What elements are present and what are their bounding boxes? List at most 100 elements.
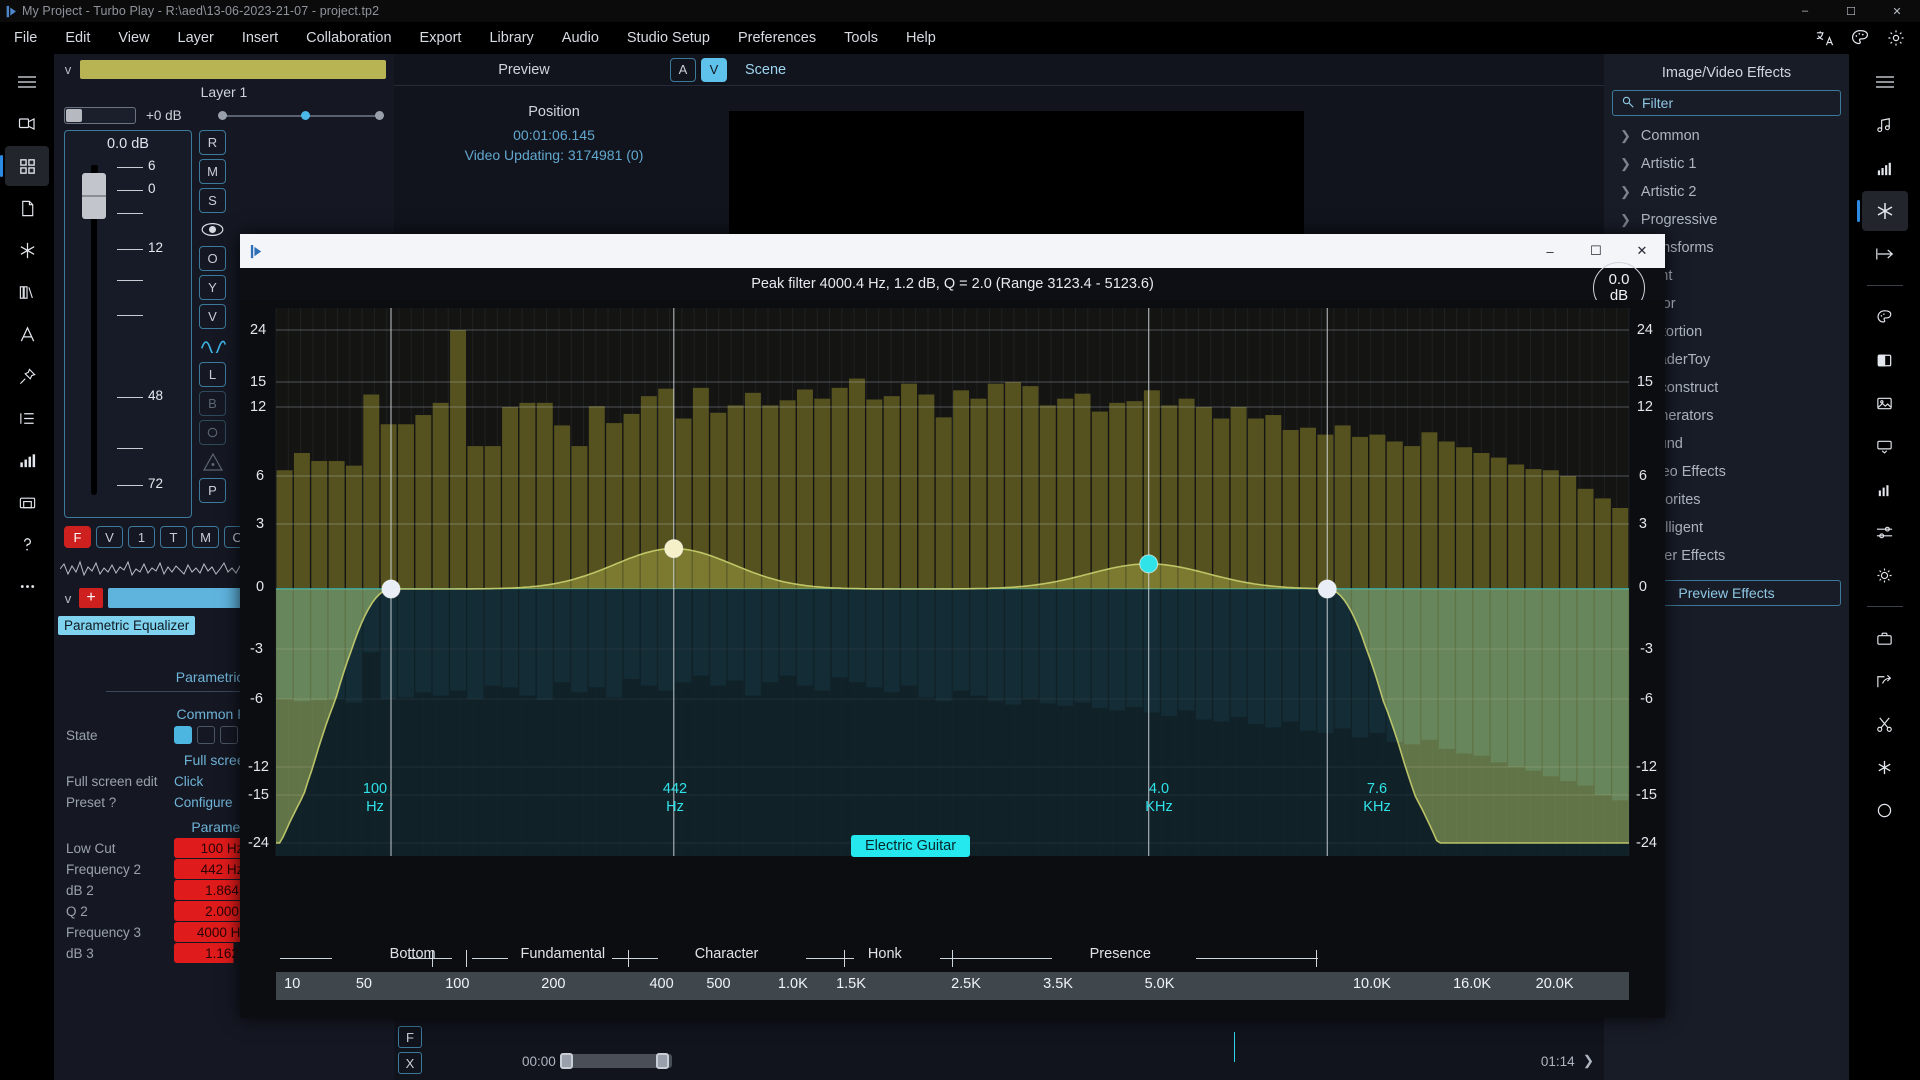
- button-1[interactable]: 1: [128, 526, 155, 548]
- menu-export[interactable]: Export: [406, 22, 476, 54]
- close-button[interactable]: ✕: [1874, 0, 1920, 22]
- pan-slider[interactable]: [217, 108, 384, 124]
- bars-icon[interactable]: [5, 440, 49, 480]
- state-checkbox-1[interactable]: [174, 726, 192, 744]
- circle-icon[interactable]: [1862, 790, 1908, 830]
- chevron-down-icon[interactable]: v: [62, 62, 74, 77]
- button-t[interactable]: T: [160, 526, 187, 548]
- eq-minimize-button[interactable]: –: [1527, 234, 1573, 268]
- fx-button-f[interactable]: F: [398, 1026, 422, 1048]
- effects-category-progressive[interactable]: ❯ Progressive: [1604, 206, 1849, 234]
- menu-insert[interactable]: Insert: [228, 22, 292, 54]
- star-icon[interactable]: [5, 230, 49, 270]
- effect-chip-parametric-eq[interactable]: Parametric Equalizer: [58, 616, 196, 635]
- menu-studio-setup[interactable]: Studio Setup: [613, 22, 724, 54]
- state-checkbox-2[interactable]: [197, 726, 215, 744]
- music-icon[interactable]: [1862, 105, 1908, 145]
- maximize-button[interactable]: ☐: [1828, 0, 1874, 22]
- pin-icon[interactable]: [5, 356, 49, 396]
- triangle-icon[interactable]: [199, 449, 226, 474]
- circle-icon[interactable]: [199, 420, 226, 445]
- menu-preferences[interactable]: Preferences: [724, 22, 830, 54]
- button-v2[interactable]: V: [96, 526, 123, 548]
- briefcase-icon[interactable]: [1862, 618, 1908, 658]
- button-solo[interactable]: S: [199, 188, 226, 213]
- image-icon[interactable]: [1862, 383, 1908, 423]
- menu-file[interactable]: File: [0, 22, 51, 54]
- scene-label[interactable]: Scene: [745, 62, 786, 78]
- effects-category-common[interactable]: ❯ Common: [1604, 122, 1849, 150]
- gear-icon[interactable]: [1884, 26, 1908, 50]
- brightness-icon[interactable]: [1862, 555, 1908, 595]
- more-icon[interactable]: [5, 566, 49, 606]
- menu-edit[interactable]: Edit: [51, 22, 104, 54]
- volume-fader[interactable]: 0.0 dB 6 0 12 48 72: [64, 130, 192, 518]
- contrast-icon[interactable]: [1862, 340, 1908, 380]
- menu-view[interactable]: View: [104, 22, 163, 54]
- wave-icon[interactable]: [199, 333, 226, 358]
- hamburger-icon[interactable]: [5, 62, 49, 102]
- eye-icon[interactable]: [199, 217, 226, 242]
- layer-color-strip[interactable]: [80, 60, 386, 79]
- books-icon[interactable]: [5, 272, 49, 312]
- button-l[interactable]: L: [199, 362, 226, 387]
- category-label: Common: [1640, 128, 1700, 144]
- share-icon[interactable]: [1862, 661, 1908, 701]
- fader-knob[interactable]: [82, 165, 106, 219]
- button-mute[interactable]: M: [199, 159, 226, 184]
- list-icon[interactable]: [5, 398, 49, 438]
- eq-spectrum-canvas[interactable]: [240, 300, 1665, 1018]
- preset-chip-electric-guitar[interactable]: Electric Guitar: [851, 835, 971, 857]
- timeline-next-icon[interactable]: ❯: [1583, 1053, 1594, 1069]
- grid-icon[interactable]: [0, 146, 49, 186]
- asterisk-icon[interactable]: [1862, 747, 1908, 787]
- fx-button-x[interactable]: X: [398, 1052, 422, 1074]
- menu-tools[interactable]: Tools: [830, 22, 892, 54]
- preset-value[interactable]: Configure: [174, 795, 233, 810]
- text-icon[interactable]: [5, 314, 49, 354]
- menu-layer[interactable]: Layer: [164, 22, 228, 54]
- button-p[interactable]: P: [199, 478, 226, 503]
- effects-category-artistic-1[interactable]: ❯ Artistic 1: [1604, 150, 1849, 178]
- scissors-icon[interactable]: [1862, 704, 1908, 744]
- folder-icon[interactable]: [5, 482, 49, 522]
- menu-collaboration[interactable]: Collaboration: [292, 22, 405, 54]
- gain-slider[interactable]: [64, 107, 136, 124]
- eq-graph[interactable]: 24 15 12 6 3 0 -3 -6 -12 -15 -24 24 15 1…: [240, 300, 1665, 1018]
- palette-icon[interactable]: [1862, 297, 1908, 337]
- levels-icon[interactable]: [1862, 469, 1908, 509]
- menu-audio[interactable]: Audio: [548, 22, 613, 54]
- arrow-right-icon[interactable]: [1862, 234, 1908, 274]
- button-o[interactable]: O: [199, 246, 226, 271]
- menu-help[interactable]: Help: [892, 22, 950, 54]
- bars-icon[interactable]: [1862, 148, 1908, 188]
- timeline-range-slider[interactable]: [559, 1053, 672, 1069]
- button-f[interactable]: F: [64, 526, 91, 548]
- button-b[interactable]: B: [199, 391, 226, 416]
- media-icon[interactable]: [5, 104, 49, 144]
- state-checkboxes[interactable]: [174, 726, 238, 744]
- star-icon[interactable]: [1856, 191, 1908, 231]
- frequency-axis[interactable]: 10 50 100 200 400 500 1.0K 1.5K 2.5K 3.5…: [276, 972, 1629, 1000]
- tab-audio[interactable]: A: [670, 57, 696, 82]
- fullscreen-value[interactable]: Click: [174, 774, 203, 789]
- effects-category-artistic-2[interactable]: ❯ Artistic 2: [1604, 178, 1849, 206]
- translate-icon[interactable]: [1812, 26, 1836, 50]
- state-checkbox-3[interactable]: [220, 726, 238, 744]
- button-v[interactable]: V: [199, 304, 226, 329]
- effects-chevron-icon[interactable]: v: [62, 591, 74, 606]
- minimize-button[interactable]: –: [1782, 0, 1828, 22]
- filter-input[interactable]: Filter: [1612, 90, 1841, 116]
- tab-video[interactable]: V: [701, 57, 727, 82]
- hamburger-icon[interactable]: [1862, 62, 1908, 102]
- button-m2[interactable]: M: [192, 526, 219, 548]
- display-icon[interactable]: [1862, 426, 1908, 466]
- button-record[interactable]: R: [199, 130, 226, 155]
- page-icon[interactable]: [5, 188, 49, 228]
- palette-icon[interactable]: [1848, 26, 1872, 50]
- add-effect-button[interactable]: +: [79, 588, 103, 608]
- sliders-icon[interactable]: [1862, 512, 1908, 552]
- help-icon[interactable]: [5, 524, 49, 564]
- menu-library[interactable]: Library: [475, 22, 547, 54]
- button-y[interactable]: Y: [199, 275, 226, 300]
